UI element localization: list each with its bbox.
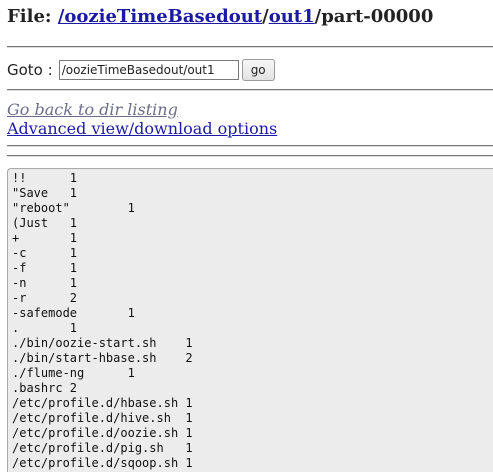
file-content-line: /etc/profile.d/hive.sh 1 — [12, 411, 193, 425]
file-content-line: /etc/profile.d/pig.sh 1 — [12, 441, 193, 455]
goto-form: Goto : go — [7, 58, 275, 82]
file-content-line: ./bin/start-hbase.sh 2 — [12, 351, 193, 365]
file-content-line: .bashrc 2 — [12, 381, 78, 395]
goto-path-input[interactable] — [58, 60, 239, 80]
file-content-line: -safemode 1 — [12, 306, 135, 320]
file-content-line: /etc/profile.d/hbase.sh 1 — [12, 396, 193, 410]
divider — [7, 89, 493, 91]
title-prefix: File: — [7, 6, 58, 27]
file-content-line: (Just 1 — [12, 216, 78, 230]
file-content-line: !! 1 — [12, 171, 78, 185]
path-link-oozietimebasedout[interactable]: /oozieTimeBasedout — [58, 6, 262, 27]
file-content-line: -c 1 — [12, 246, 78, 260]
advanced-view-download-link[interactable]: Advanced view/download options — [7, 119, 277, 138]
file-content-line: "Save 1 — [12, 186, 78, 200]
file-contents-text: !! 1 "Save 1 "reboot" 1 (Just 1 + 1 -c 1… — [8, 169, 493, 472]
file-content-line: -n 1 — [12, 276, 78, 290]
back-to-dir-listing-link[interactable]: Go back to dir listing — [7, 100, 178, 119]
file-content-line: -f 1 — [12, 261, 78, 275]
file-content-line: ./bin/oozie-start.sh 1 — [12, 336, 193, 350]
go-button[interactable]: go — [241, 59, 275, 81]
file-content-line: . 1 — [12, 321, 78, 335]
file-content-line: /etc/profile.d/oozie.sh 1 — [12, 426, 193, 440]
page-title: File: /oozieTimeBasedout/out1/part-00000 — [7, 6, 433, 28]
divider — [7, 155, 493, 157]
file-content-line: ./flume-ng 1 — [12, 366, 135, 380]
file-contents-textarea[interactable]: !! 1 "Save 1 "reboot" 1 (Just 1 + 1 -c 1… — [7, 168, 493, 472]
divider — [7, 46, 493, 48]
file-content-line: -r 2 — [12, 291, 78, 305]
file-name: /part-00000 — [314, 6, 434, 27]
file-content-line: /etc/profile.d/sqoop.sh 1 — [12, 456, 193, 470]
path-separator: / — [262, 6, 269, 27]
file-content-line: "reboot" 1 — [12, 201, 135, 215]
file-viewer-page: File: /oozieTimeBasedout/out1/part-00000… — [0, 0, 493, 472]
path-link-out1[interactable]: out1 — [269, 6, 315, 27]
goto-label: Goto : — [7, 61, 53, 79]
divider — [7, 145, 493, 147]
file-content-line: + 1 — [12, 231, 78, 245]
